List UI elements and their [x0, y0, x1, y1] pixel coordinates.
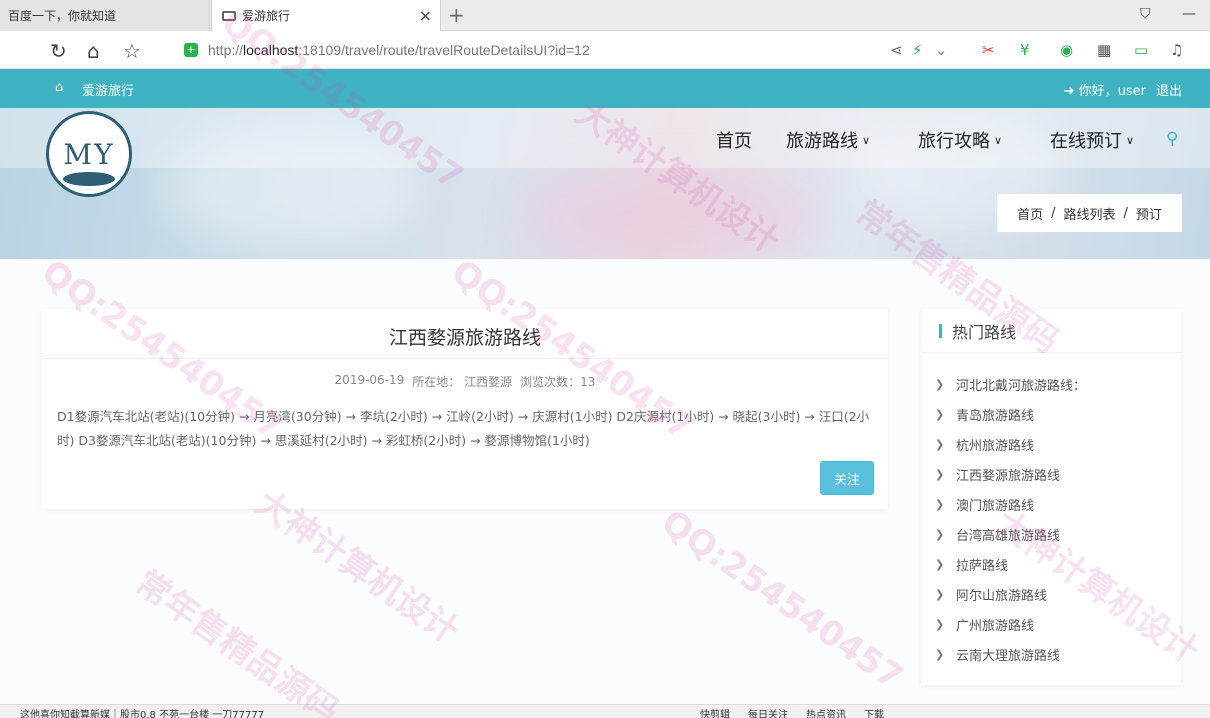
chevron-right-icon: ❯ [935, 587, 945, 601]
greeting-text: ➜ 你好，user [1063, 84, 1146, 99]
chevron-right-icon: ❯ [935, 377, 945, 391]
nav-strip [0, 108, 1210, 168]
nav-home[interactable]: 首页 [716, 127, 752, 153]
close-tab-icon[interactable]: × [419, 6, 432, 25]
status-item[interactable]: 下载 [864, 706, 884, 718]
site-brand[interactable]: 爱游旅行 [82, 80, 134, 99]
list-item[interactable]: ❯ 台湾高雄旅游路线 [921, 519, 1181, 549]
browser-tab-bar: 百度一下，你就知道 爱游旅行 × + ⛉ — [0, 0, 1210, 31]
chevron-down-icon: ∨ [994, 133, 1003, 147]
tab-label: 百度一下，你就知道 [8, 9, 117, 23]
chevron-right-icon: ❯ [935, 437, 945, 451]
hero-banner: MY 首页 旅游路线 ∨ 旅行攻略 ∨ 在线预订 ∨ ⚲ 首页 / 路线列表 / 预订 [0, 108, 1210, 259]
status-bar: 这他喜你知截算新媒｜股市0.8 不苑一台楼 一刀77777 快剪辑 每日关注 热… [0, 704, 1210, 718]
list-item[interactable]: ❯ 澳门旅游路线 [921, 489, 1181, 519]
lightning-icon[interactable]: ⚡ [912, 41, 923, 59]
refresh-icon[interactable]: ↻ [50, 39, 67, 63]
chevron-right-icon: ❯ [935, 617, 945, 631]
address-bar: ↻ ⌂ ☆ + http://localhost:18109/travel/ro… [0, 31, 1210, 69]
breadcrumb-route-list[interactable]: 路线列表 [1063, 204, 1115, 223]
main-content: 江西婺源旅游路线 2019-06-19 所在地： 江西婺源 浏览次数：13 D1… [0, 259, 1210, 704]
shield-yen-icon[interactable]: ¥ [1020, 41, 1030, 59]
status-left-text: 这他喜你知截算新媒｜股市0.8 不苑一台楼 一刀77777 [20, 710, 265, 718]
route-views: 浏览次数：13 [520, 375, 596, 389]
star-icon[interactable]: ☆ [123, 39, 141, 63]
shirt-skin-icon[interactable]: ⛉ [1140, 6, 1151, 22]
grid-apps-icon[interactable]: ▦ [1097, 41, 1111, 59]
route-title: 江西婺源旅游路线 [388, 327, 541, 349]
circle-app-icon[interactable]: ◉ [1060, 41, 1073, 59]
list-item[interactable]: ❯ 青岛旅游路线 [921, 399, 1181, 429]
list-item[interactable]: ❯ 云南大理旅游路线 [921, 639, 1181, 669]
minimize-icon[interactable]: — [1182, 6, 1196, 22]
search-icon[interactable]: ⚲ [1166, 129, 1178, 149]
list-item[interactable]: ❯ 江西婺源旅游路线 [921, 459, 1181, 489]
list-item[interactable]: ❯ 广州旅游路线 [921, 609, 1181, 639]
route-meta: 2019-06-19 所在地： 江西婺源 浏览次数：13 [42, 373, 888, 390]
hot-routes-list: ❯ 河北北戴河旅游路线： ❯ 青岛旅游路线 ❯ 杭州旅游路线 ❯ 江西婺源旅游路线 ❯ 澳… [921, 369, 1181, 669]
nav-routes[interactable]: 旅游路线 ∨ [786, 127, 870, 153]
follow-button[interactable]: 关注 [820, 461, 874, 495]
breadcrumb: 首页 / 路线列表 / 预订 [997, 194, 1182, 232]
route-date: 2019-06-19 [334, 373, 405, 387]
secure-shield-icon: + [184, 43, 198, 57]
home-icon[interactable]: ⌂ [87, 39, 100, 63]
route-description: D1婺源汽车北站(老站)(10分钟) → 月亮湾(30分钟) → 李坑(2小时)… [57, 409, 870, 448]
scissors-icon[interactable]: ✂ [982, 41, 995, 59]
url-input[interactable]: + http://localhost:18109/travel/route/tr… [178, 36, 958, 64]
chevron-right-icon: ❯ [935, 557, 945, 571]
site-top-bar: ⌂ 爱游旅行 ➜ 你好，user 退出 [0, 69, 1210, 108]
tab-aiyou[interactable]: 爱游旅行 × [211, 0, 441, 31]
share-icon[interactable]: ⋖ [890, 41, 903, 59]
headphones-icon[interactable]: ♫ [1170, 41, 1183, 59]
logout-link[interactable]: 退出 [1156, 80, 1182, 99]
hot-routes-header: 热门路线 [921, 309, 1181, 353]
status-right: 快剪辑 每日关注 热点资讯 下载 [700, 706, 884, 718]
chevron-right-icon: ❯ [935, 497, 945, 511]
hot-routes-title: 热门路线 [952, 322, 1017, 342]
site-logo[interactable]: MY [46, 111, 132, 197]
logo-wave-icon [63, 172, 115, 186]
list-item[interactable]: ❯ 拉萨路线 [921, 549, 1181, 579]
tab-favicon-icon [222, 10, 236, 21]
status-item[interactable]: 快剪辑 [700, 706, 730, 718]
status-item[interactable]: 热点资讯 [806, 706, 846, 718]
home-icon[interactable]: ⌂ [55, 80, 63, 95]
list-item[interactable]: ❯ 杭州旅游路线 [921, 429, 1181, 459]
nav-booking[interactable]: 在线预订 ∨ [1050, 127, 1134, 153]
breadcrumb-home[interactable]: 首页 [1017, 204, 1043, 223]
status-item[interactable]: 每日关注 [748, 706, 788, 718]
chevron-down-icon: ∨ [1126, 133, 1135, 147]
breadcrumb-current: 预订 [1135, 207, 1162, 223]
list-item[interactable]: ❯ 河北北戴河旅游路线： [921, 369, 1181, 399]
url-text: http://localhost:18109/travel/route/trav… [208, 42, 590, 58]
route-detail-card: 江西婺源旅游路线 2019-06-19 所在地： 江西婺源 浏览次数：13 D1… [42, 309, 888, 509]
divider [42, 358, 888, 359]
battery-icon[interactable]: ▭ [1134, 41, 1148, 59]
chevron-right-icon: ❯ [935, 527, 945, 541]
nav-guides[interactable]: 旅行攻略 ∨ [918, 127, 1002, 153]
tab-baidu[interactable]: 百度一下，你就知道 [0, 0, 210, 31]
new-tab-icon[interactable]: + [448, 3, 465, 27]
list-item[interactable]: ❯ 阿尔山旅游路线 [921, 579, 1181, 609]
hot-routes-panel: 热门路线 ❯ 河北北戴河旅游路线： ❯ 青岛旅游路线 ❯ 杭州旅游路线 ❯ 江西婺源旅游… [921, 309, 1181, 685]
chevron-right-icon: ❯ [935, 647, 945, 661]
route-location: 所在地： 江西婺源 [412, 375, 513, 389]
chevron-down-icon[interactable]: ⌄ [935, 41, 948, 59]
user-area: ➜ 你好，user 退出 [1064, 80, 1182, 99]
chevron-right-icon: ❯ [935, 467, 945, 481]
chevron-down-icon: ∨ [862, 133, 871, 147]
chevron-right-icon: ❯ [935, 407, 945, 421]
tab-label: 爱游旅行 [242, 9, 291, 23]
